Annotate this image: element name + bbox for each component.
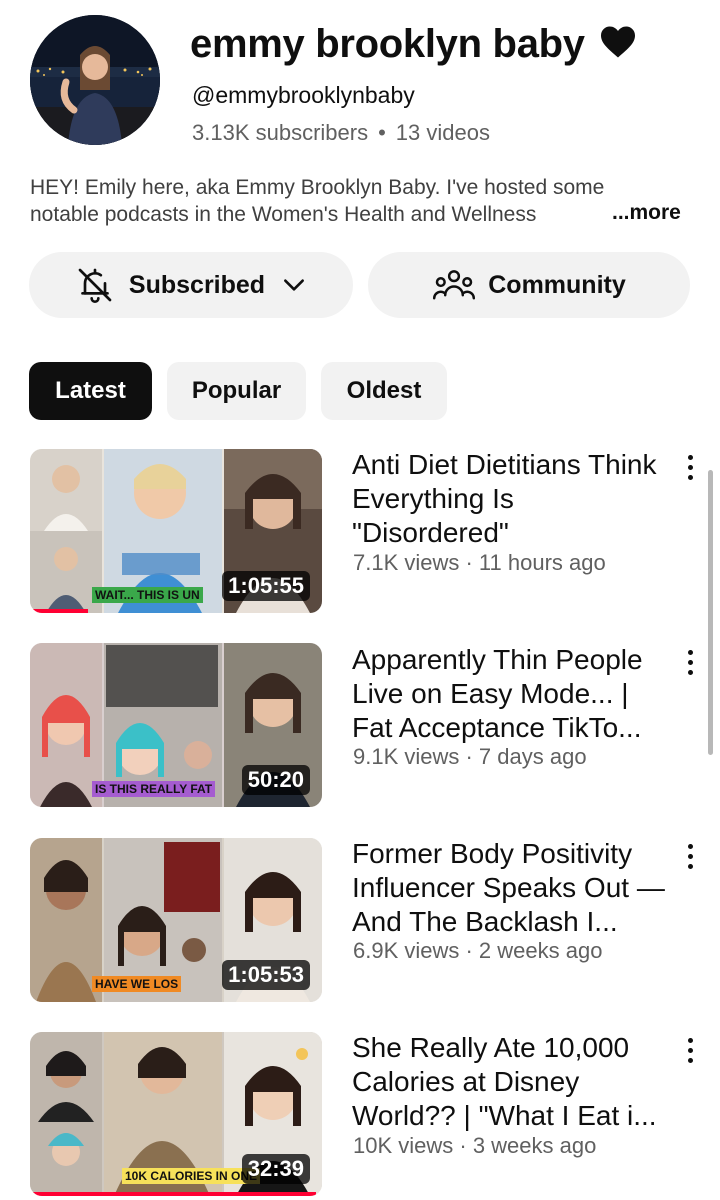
thumbnail-caption: 10K CALORIES IN ONE (122, 1168, 261, 1184)
chip-label: Oldest (346, 377, 422, 404)
video-title[interactable]: Former Body Positivity Influencer Speaks… (352, 837, 667, 939)
scrollbar[interactable] (708, 470, 713, 755)
video-meta: 7.1K views · 11 hours ago (353, 550, 606, 575)
video-duration: 32:39 (241, 1154, 310, 1184)
filter-chip-popular[interactable]: Popular (167, 362, 306, 420)
video-thumbnail[interactable]: WAIT... THIS IS UN 1:05:55 (30, 449, 322, 613)
watch-progress-bar (30, 609, 89, 613)
subscribed-button[interactable]: Subscribed (29, 252, 353, 318)
chevron-down-icon (281, 272, 307, 298)
watch-progress-bar (30, 1192, 317, 1196)
more-vert-icon[interactable] (682, 455, 698, 485)
thumbnail-caption: HAVE WE LOS (92, 976, 182, 992)
bell-off-icon (75, 265, 115, 305)
thumbnail-caption: IS THIS REALLY FAT (92, 781, 216, 797)
more-link[interactable]: ...more (606, 201, 681, 225)
channel-handle: @emmybrooklynbaby (192, 82, 415, 108)
video-thumbnail[interactable]: IS THIS REALLY FAT 50:20 (30, 643, 322, 807)
video-meta: 6.9K views · 2 weeks ago (353, 938, 603, 963)
people-icon (432, 265, 476, 305)
video-duration: 50:20 (241, 765, 310, 795)
avatar-image (30, 15, 160, 145)
filter-chip-oldest[interactable]: Oldest (321, 362, 447, 420)
video-title[interactable]: She Really Ate 10,000 Calories at Disney… (352, 1031, 667, 1133)
channel-stats: 3.13K subscribers • 13 videos (192, 120, 490, 146)
channel-name: emmy brooklyn baby (190, 22, 637, 69)
video-title[interactable]: Anti Diet Dietitians Think Everything Is… (352, 448, 667, 550)
more-vert-icon[interactable] (682, 1038, 698, 1068)
description-line: notable podcasts in the Women's Health a… (30, 203, 537, 226)
filter-chip-latest[interactable]: Latest (29, 362, 152, 420)
video-meta: 9.1K views · 7 days ago (353, 744, 587, 769)
channel-description[interactable]: HEY! Emily here, aka Emmy Brooklyn Baby.… (30, 174, 690, 228)
chip-label: Latest (55, 377, 126, 404)
subscribed-label: Subscribed (128, 270, 266, 299)
channel-avatar[interactable] (30, 15, 160, 145)
video-thumbnail[interactable]: 10K CALORIES IN ONE 32:39 (30, 1032, 322, 1196)
video-meta: 10K views · 3 weeks ago (353, 1133, 597, 1158)
video-count: 13 videos (395, 120, 490, 145)
video-duration: 1:05:53 (222, 960, 310, 990)
subscriber-count: 3.13K subscribers (192, 120, 369, 145)
description-line: HEY! Emily here, aka Emmy Brooklyn Baby.… (30, 176, 605, 199)
community-button[interactable]: Community (368, 252, 690, 318)
video-thumbnail[interactable]: HAVE WE LOS 1:05:53 (30, 838, 322, 1002)
community-label: Community (488, 270, 626, 299)
thumbnail-caption: WAIT... THIS IS UN (92, 587, 203, 603)
more-vert-icon[interactable] (682, 650, 698, 680)
separator-dot: • (378, 120, 386, 145)
heart-icon (599, 24, 637, 69)
channel-name-text: emmy brooklyn baby (190, 22, 585, 66)
chip-label: Popular (191, 377, 282, 404)
more-vert-icon[interactable] (682, 844, 698, 874)
video-title[interactable]: Apparently Thin People Live on Easy Mode… (352, 643, 667, 745)
video-duration: 1:05:55 (222, 571, 310, 601)
